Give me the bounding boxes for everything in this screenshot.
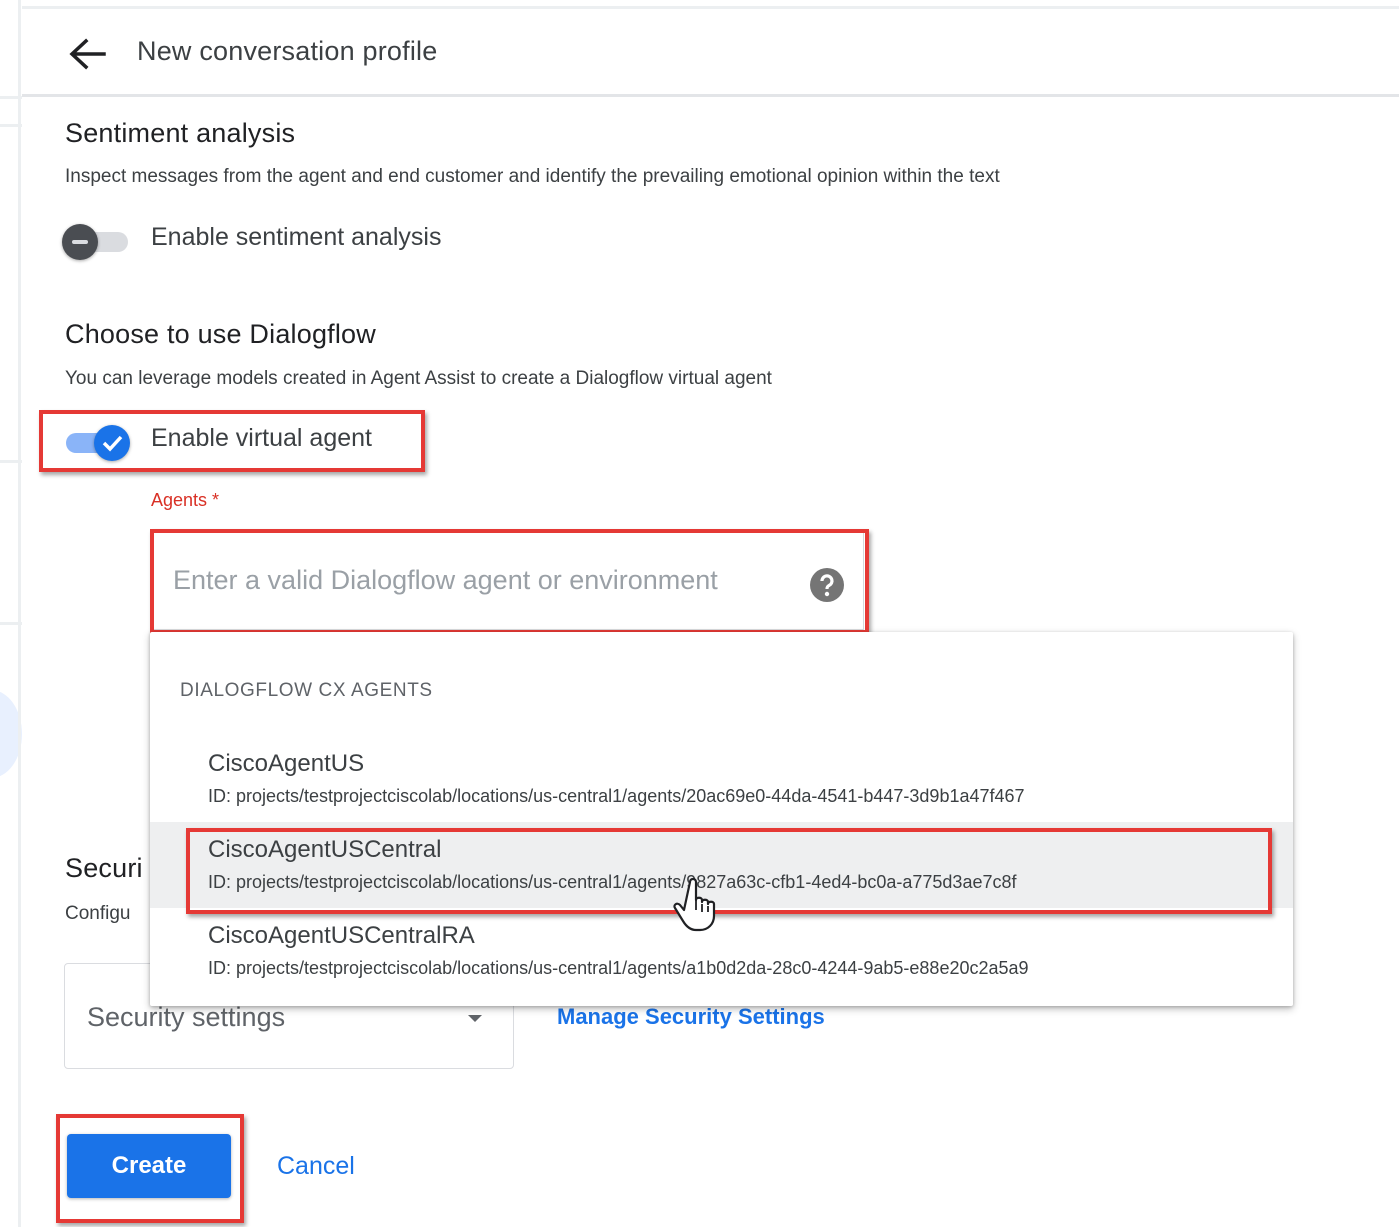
side-nav-divider: [0, 460, 22, 463]
agent-option[interactable]: CiscoAgentUSCentral ID: projects/testpro…: [150, 822, 1293, 908]
agent-option[interactable]: CiscoAgentUSCentralRA ID: projects/testp…: [150, 908, 1293, 994]
dropdown-arrow-icon: [463, 1012, 487, 1026]
side-nav-border: [18, 0, 21, 1227]
side-nav-divider: [0, 124, 22, 127]
page-title: New conversation profile: [137, 36, 438, 66]
agents-field[interactable]: [152, 530, 864, 630]
dialogflow-section-title: Choose to use Dialogflow: [65, 319, 376, 349]
sentiment-description: Inspect messages from the agent and end …: [65, 166, 1000, 187]
header-divider: [22, 94, 1399, 97]
sentiment-toggle-label[interactable]: Enable sentiment analysis: [151, 223, 441, 252]
agent-option-id: ID: projects/testprojectciscolab/locatio…: [208, 786, 1025, 806]
security-select-value: Security settings: [87, 1002, 286, 1032]
agent-dropdown-menu: DIALOGFLOW CX AGENTS CiscoAgentUS ID: pr…: [150, 632, 1293, 1006]
help-icon[interactable]: [809, 567, 845, 603]
security-description: Configu: [65, 903, 131, 924]
hand-cursor-icon: [672, 876, 720, 934]
agent-option-name: CiscoAgentUS: [208, 750, 365, 777]
agent-option-name: CiscoAgentUSCentral: [208, 836, 442, 863]
toggle-knob: [62, 224, 98, 260]
dialogflow-description: You can leverage models created in Agent…: [65, 368, 772, 389]
sentiment-toggle[interactable]: [62, 221, 132, 261]
virtual-agent-toggle[interactable]: [60, 422, 130, 462]
agent-option[interactable]: CiscoAgentUS ID: projects/testprojectcis…: [150, 736, 1293, 822]
create-button[interactable]: Create: [67, 1134, 231, 1198]
arrow-back-icon[interactable]: [64, 34, 108, 74]
agent-option-name: CiscoAgentUSCentralRA: [208, 922, 475, 949]
sentiment-section-title: Sentiment analysis: [65, 118, 296, 148]
manage-security-settings-link[interactable]: Manage Security Settings: [557, 1004, 825, 1030]
agent-option-id: ID: projects/testprojectciscolab/locatio…: [208, 872, 1017, 892]
agents-input[interactable]: [171, 559, 795, 601]
agent-option-id: ID: projects/testprojectciscolab/locatio…: [208, 958, 1029, 978]
security-section-title: Securi: [65, 853, 143, 883]
cancel-button[interactable]: Cancel: [277, 1152, 355, 1181]
check-icon: [102, 435, 123, 452]
side-nav-divider: [0, 622, 22, 625]
side-nav-divider: [0, 96, 22, 99]
virtual-agent-toggle-label[interactable]: Enable virtual agent: [151, 424, 372, 453]
toggle-knob: [94, 425, 130, 461]
agents-field-label: Agents *: [151, 490, 220, 510]
top-border: [22, 6, 1399, 9]
menu-group-header: DIALOGFLOW CX AGENTS: [180, 680, 433, 701]
